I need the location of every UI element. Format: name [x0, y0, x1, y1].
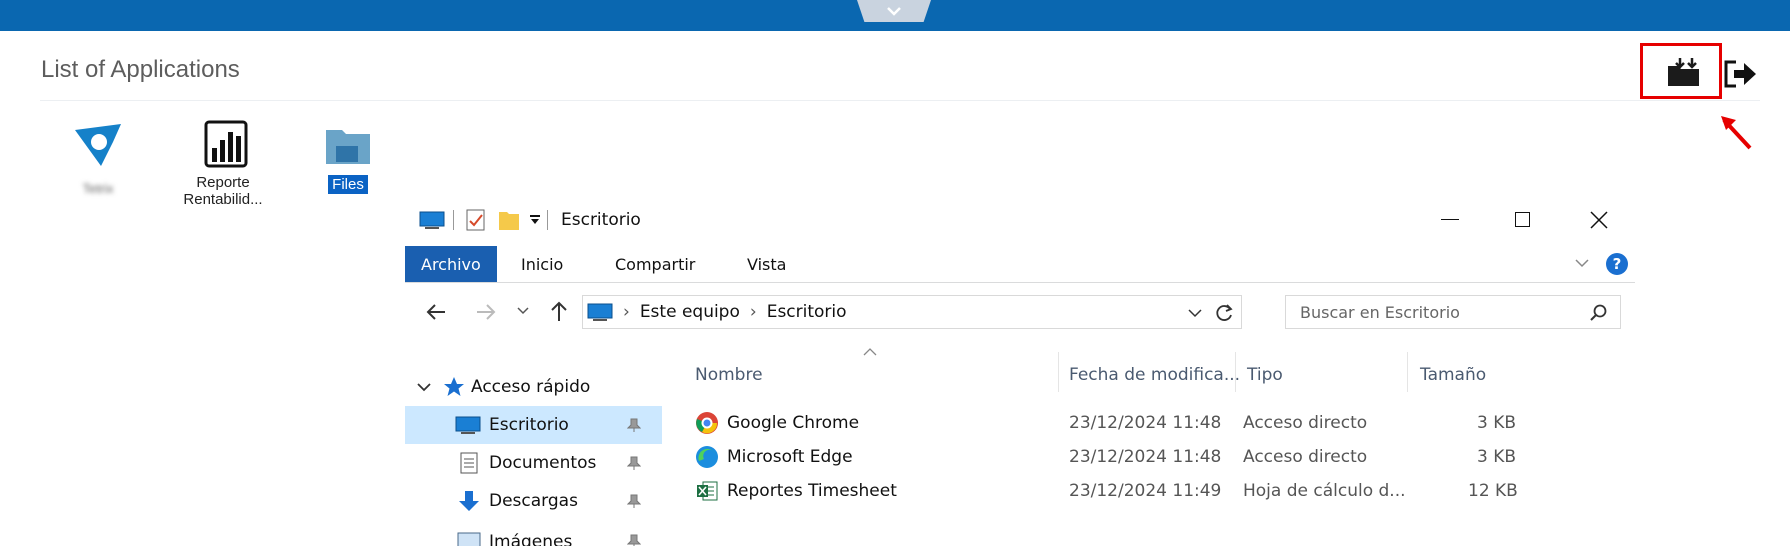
nav-item-escritorio[interactable]: Escritorio [405, 406, 662, 444]
window-title: Escritorio [561, 210, 641, 230]
new-folder-icon[interactable] [497, 208, 521, 232]
star-icon [444, 377, 464, 396]
collapse-toggle[interactable] [857, 0, 931, 22]
tab-archivo[interactable]: Archivo [405, 246, 497, 282]
file-type: Hoja de cálculo d... [1243, 481, 1406, 501]
desktop-icon [587, 303, 613, 321]
nav-item-descargas[interactable]: Descargas [405, 482, 662, 520]
divider [453, 210, 454, 230]
nav-group-label: Acceso rápido [471, 377, 591, 397]
file-row[interactable]: Microsoft Edge 23/12/2024 11:48 Acceso d… [685, 440, 1635, 474]
file-type: Acceso directo [1243, 413, 1368, 433]
nav-quick-access[interactable]: Acceso rápido [405, 368, 662, 406]
desktop-icon [455, 416, 481, 434]
divider [547, 210, 548, 230]
recent-locations-icon[interactable] [517, 306, 529, 316]
title-bar: Escritorio [405, 198, 1635, 242]
app-files[interactable]: Files [318, 124, 378, 194]
edge-icon [696, 446, 718, 468]
app-label: Files [318, 175, 378, 194]
excel-icon [697, 481, 718, 501]
file-date: 23/12/2024 11:49 [1069, 481, 1222, 501]
nav-item-label: Documentos [489, 453, 597, 473]
properties-icon[interactable] [465, 208, 487, 232]
red-arrow-icon [1721, 116, 1752, 150]
breadcrumb-escritorio[interactable]: Escritorio [767, 302, 847, 322]
nav-item-imagenes[interactable]: Imágenes [405, 520, 662, 546]
chevron-down-icon [887, 7, 901, 16]
download-arrow-icon [459, 491, 479, 511]
sort-ascending-icon [863, 348, 877, 356]
ribbon: Archivo Inicio Compartir Vista ? [405, 246, 1635, 282]
customize-toolbar-icon[interactable] [529, 214, 541, 226]
page-title: List of Applications [41, 56, 240, 83]
file-row[interactable]: Google Chrome 23/12/2024 11:48 Acceso di… [685, 406, 1635, 440]
search-placeholder: Buscar en Escritorio [1300, 302, 1460, 322]
nav-item-documentos[interactable]: Documentos [405, 444, 662, 482]
column-header-nombre[interactable]: Nombre [695, 348, 763, 402]
file-date: 23/12/2024 11:48 [1069, 447, 1222, 467]
file-size: 3 KB [1477, 413, 1517, 433]
app-label: Tetrix [82, 181, 114, 196]
svg-text:?: ? [1613, 255, 1622, 273]
breadcrumb-separator: › [749, 302, 757, 322]
maximize-button[interactable] [1515, 212, 1530, 227]
power-bi-icon [204, 120, 248, 168]
breadcrumb-este-equipo[interactable]: Este equipo [640, 302, 740, 322]
file-name: Microsoft Edge [727, 447, 853, 467]
column-separator [1235, 352, 1236, 392]
folder-download-icon[interactable] [1666, 56, 1704, 88]
app-label: Reporte Rentabilid... [183, 174, 263, 208]
chrome-icon [696, 412, 718, 434]
nav-item-label: Escritorio [489, 415, 569, 435]
breadcrumb-separator: › [623, 302, 630, 322]
tab-compartir[interactable]: Compartir [615, 246, 695, 282]
help-icon[interactable]: ? [1605, 252, 1629, 276]
address-dropdown-icon[interactable] [1188, 308, 1202, 318]
column-separator [1058, 352, 1059, 392]
file-date: 23/12/2024 11:48 [1069, 413, 1222, 433]
column-header-tamano[interactable]: Tamaño [1420, 348, 1486, 402]
column-header-tipo[interactable]: Tipo [1247, 348, 1283, 402]
tab-vista[interactable]: Vista [747, 246, 786, 282]
back-arrow-icon[interactable] [425, 302, 447, 322]
logout-icon[interactable] [1722, 58, 1758, 90]
forward-arrow-icon[interactable] [475, 302, 497, 322]
search-input[interactable]: Buscar en Escritorio [1285, 295, 1621, 329]
pin-icon[interactable] [627, 494, 641, 508]
minimize-button[interactable] [1441, 219, 1459, 220]
pin-icon[interactable] [627, 456, 641, 470]
pin-icon[interactable] [627, 534, 641, 546]
search-icon [1590, 304, 1607, 321]
app-tetrix[interactable]: Tetrix [60, 120, 136, 197]
app-reporte-rentabilidad[interactable]: Reporte Rentabilid... [168, 118, 278, 208]
nav-item-label: Descargas [489, 491, 578, 511]
tab-inicio[interactable]: Inicio [521, 246, 563, 282]
documents-icon [460, 452, 478, 474]
file-name: Google Chrome [727, 413, 860, 433]
close-button[interactable] [1590, 211, 1608, 229]
pin-icon[interactable] [627, 418, 641, 432]
file-name: Reportes Timesheet [727, 481, 897, 501]
folder-icon [326, 130, 370, 164]
file-type: Acceso directo [1243, 447, 1368, 467]
address-bar[interactable]: › Este equipo › Escritorio [582, 295, 1242, 329]
up-arrow-icon[interactable] [549, 300, 569, 322]
file-row[interactable]: Reportes Timesheet 23/12/2024 11:49 Hoja… [685, 474, 1635, 508]
chevron-down-icon [417, 383, 431, 392]
expand-ribbon-icon[interactable] [1575, 258, 1589, 268]
file-size: 3 KB [1477, 447, 1517, 467]
file-explorer-window: Escritorio Archivo Inicio Compartir Vist… [405, 198, 1635, 546]
top-bar [0, 0, 1790, 31]
header-divider [40, 100, 1760, 101]
desktop-icon [419, 211, 445, 229]
ribbon-divider [405, 282, 1635, 283]
file-size: 12 KB [1468, 481, 1518, 501]
pictures-icon [457, 532, 481, 546]
tetrix-logo-icon [75, 124, 121, 166]
refresh-icon[interactable] [1215, 303, 1235, 323]
column-separator [1407, 352, 1408, 392]
column-header-fecha[interactable]: Fecha de modifica... [1069, 348, 1240, 402]
nav-item-label: Imágenes [489, 532, 573, 546]
